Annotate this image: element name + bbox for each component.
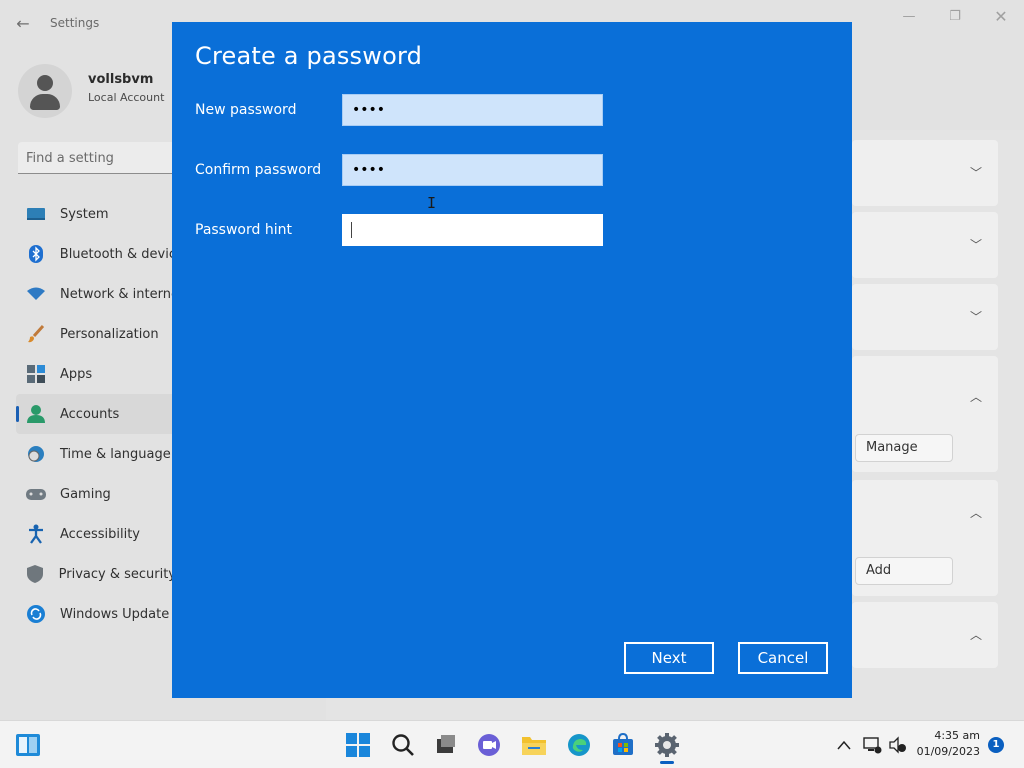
sidebar-item-label: Time & language (60, 446, 171, 462)
search-box[interactable] (18, 142, 178, 174)
clock-time[interactable]: 4:35 am (918, 729, 980, 742)
sidebar-item-label: Windows Update (60, 606, 170, 622)
network-status-icon[interactable] (858, 731, 886, 759)
time-language-icon (26, 444, 46, 464)
sidebar-item-label: System (60, 206, 109, 222)
notification-badge[interactable]: 1 (988, 737, 1004, 753)
chevron-up-icon[interactable] (830, 731, 858, 759)
gaming-icon (26, 484, 46, 504)
network-icon (26, 284, 46, 304)
minimize-button[interactable]: — (886, 6, 932, 28)
sidebar-item-personalization[interactable]: Personalization (16, 314, 176, 354)
chevron-up-icon[interactable]: ︿ (970, 504, 982, 521)
chevron-up-icon[interactable]: ︿ (970, 388, 982, 405)
sidebar-item-gaming[interactable]: Gaming (16, 474, 176, 514)
sidebar-item-time-language[interactable]: Time & language (16, 434, 176, 474)
system-icon (26, 204, 46, 224)
chevron-up-icon[interactable]: ︿ (970, 626, 982, 643)
sidebar-item-windows-update[interactable]: Windows Update (16, 594, 176, 634)
user-profile: vollsbvm Local Account (18, 62, 178, 118)
settings-gear-icon[interactable] (653, 731, 681, 759)
clock-date[interactable]: 01/09/2023 (914, 745, 980, 758)
confirm-password-field[interactable]: •••• (342, 154, 603, 186)
chevron-down-icon[interactable]: ﹀ (970, 236, 982, 253)
file-explorer-icon[interactable] (520, 731, 548, 759)
close-button[interactable]: ✕ (978, 6, 1024, 28)
app-title: Settings (50, 16, 100, 30)
sidebar-item-accessibility[interactable]: Accessibility (16, 514, 176, 554)
chevron-down-icon[interactable]: ﹀ (970, 308, 982, 325)
settings-card[interactable]: ﹀ (852, 212, 998, 278)
task-view-icon[interactable] (431, 731, 459, 759)
settings-card[interactable]: ﹀ (852, 284, 998, 350)
password-hint-field[interactable] (342, 214, 603, 246)
sidebar-item-label: Accessibility (60, 526, 140, 542)
shield-icon (26, 564, 45, 584)
sidebar-item-label: Accounts (60, 406, 120, 422)
bluetooth-icon (26, 244, 46, 264)
maximize-button[interactable]: ❐ (932, 6, 978, 28)
sidebar-item-system[interactable]: System (16, 194, 176, 234)
new-password-label: New password (195, 102, 297, 118)
start-menu-icon[interactable] (344, 731, 372, 759)
next-button[interactable]: Next (624, 642, 714, 674)
account-type: Local Account (88, 91, 165, 104)
sidebar-item-label: Apps (60, 366, 93, 382)
edge-browser-icon[interactable] (565, 731, 593, 759)
confirm-password-label: Confirm password (195, 162, 322, 178)
microsoft-store-icon[interactable] (609, 731, 637, 759)
new-password-field[interactable]: •••• (342, 94, 603, 126)
add-button[interactable]: Add (855, 557, 953, 585)
sidebar-item-label: Gaming (60, 486, 111, 502)
dialog-title: Create a password (195, 42, 423, 70)
brush-icon (26, 324, 46, 344)
apps-icon (26, 364, 46, 384)
chat-icon[interactable] (475, 731, 503, 759)
sidebar-item-accounts[interactable]: Accounts (16, 394, 176, 434)
settings-card[interactable]: ﹀ (852, 140, 998, 206)
avatar (18, 64, 72, 118)
sidebar-item-privacy[interactable]: Privacy & security (16, 554, 176, 594)
sidebar-item-label: Personalization (60, 326, 159, 342)
settings-card[interactable]: ︿ (852, 602, 998, 668)
password-hint-label: Password hint (195, 222, 292, 238)
create-password-dialog: Create a password New password •••• Conf… (172, 22, 852, 698)
taskbar: 4:35 am 01/09/2023 1 (0, 720, 1024, 768)
ibeam-cursor-icon: I (427, 194, 437, 212)
widgets-icon[interactable] (14, 731, 42, 759)
sidebar-item-label: Network & interne (60, 286, 179, 302)
cancel-button[interactable]: Cancel (738, 642, 828, 674)
sidebar-item-bluetooth[interactable]: Bluetooth & devic (16, 234, 176, 274)
chevron-down-icon[interactable]: ﹀ (970, 164, 982, 181)
manage-button[interactable]: Manage (855, 434, 953, 462)
active-app-indicator (660, 761, 674, 764)
sidebar-item-network[interactable]: Network & interne (16, 274, 179, 314)
sidebar-item-apps[interactable]: Apps (16, 354, 176, 394)
volume-muted-icon[interactable] (884, 731, 912, 759)
search-icon[interactable] (389, 731, 417, 759)
sidebar-item-label: Privacy & security (58, 566, 176, 582)
sidebar-nav: System Bluetooth & devic Network & inter… (16, 194, 179, 634)
windows-update-icon (26, 604, 46, 624)
back-arrow-icon[interactable]: ← (12, 14, 34, 34)
search-input[interactable] (26, 149, 176, 167)
user-name: vollsbvm (88, 72, 154, 87)
accounts-icon (26, 404, 46, 424)
accessibility-icon (26, 524, 46, 544)
text-caret (351, 222, 352, 238)
sidebar-item-label: Bluetooth & devic (59, 246, 176, 262)
